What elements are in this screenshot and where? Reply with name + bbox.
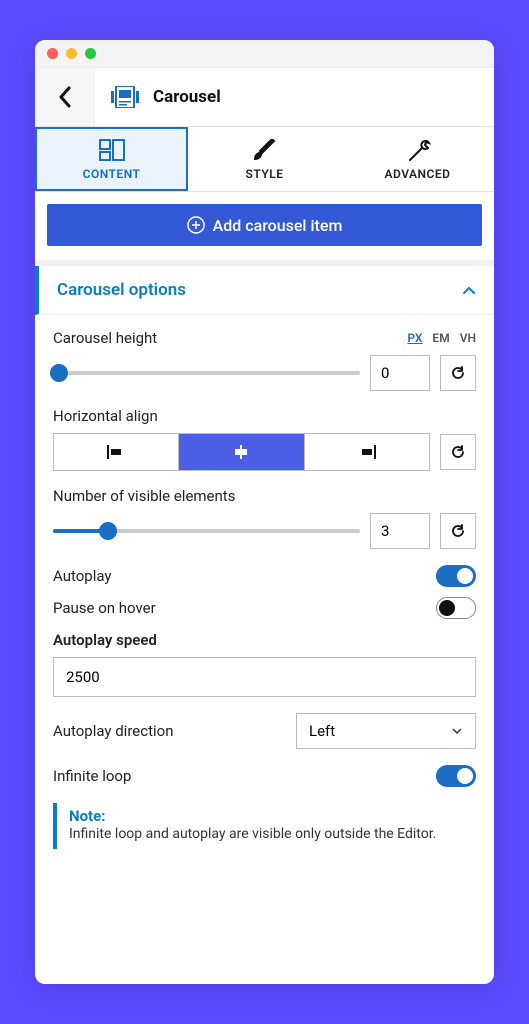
reset-icon [450,365,466,381]
add-item-bar: Add carousel item [35,192,494,266]
field-autoplay-speed: Autoplay speed [53,631,476,697]
back-button[interactable] [35,68,95,126]
halign-label: Horizontal align [53,407,476,425]
panel-header: Carousel [35,68,494,127]
note-box: Note: Infinite loop and autoplay are vis… [53,803,476,849]
add-carousel-item-button[interactable]: Add carousel item [47,204,482,246]
field-autoplay-direction: Autoplay direction Left [53,713,476,749]
brush-icon [252,139,278,161]
header-title-text: Carousel [153,87,221,107]
tab-content[interactable]: CONTENT [35,127,188,191]
align-right-icon [358,445,376,459]
field-infinite-loop: Infinite loop [53,765,476,787]
unit-selector: PX EM VH [407,331,476,345]
chevron-down-icon [451,727,463,735]
tab-style[interactable]: STYLE [188,127,341,191]
field-autoplay: Autoplay [53,565,476,587]
field-carousel-height: Carousel height PX EM VH [53,329,476,391]
wrench-icon [405,139,431,161]
unit-vh[interactable]: VH [460,331,476,345]
section-header-carousel-options[interactable]: Carousel options [35,266,494,315]
height-label: Carousel height [53,329,157,347]
align-right-button[interactable] [305,434,429,470]
field-pause-on-hover: Pause on hover [53,597,476,619]
height-slider[interactable] [53,363,360,383]
autoplay-toggle[interactable] [436,565,476,587]
pause-hover-label: Pause on hover [53,599,156,617]
visible-input[interactable] [370,513,430,549]
window-close-dot[interactable] [47,48,58,59]
field-horizontal-align: Horizontal align [53,407,476,471]
align-center-button[interactable] [179,434,304,470]
note-title: Note: [69,807,476,825]
tab-style-label: STYLE [246,167,284,181]
pause-hover-toggle[interactable] [436,597,476,619]
reset-icon [450,523,466,539]
autoplay-speed-input[interactable] [53,657,476,697]
section-title: Carousel options [57,280,186,300]
infinite-label: Infinite loop [53,767,131,785]
autoplay-label: Autoplay [53,567,112,585]
options-panel: Carousel height PX EM VH Horizo [35,315,494,869]
autoplay-speed-label: Autoplay speed [53,631,476,649]
window-zoom-dot[interactable] [85,48,96,59]
plus-circle-icon [187,216,205,234]
unit-px[interactable]: PX [407,331,422,345]
add-button-label: Add carousel item [213,216,343,235]
tab-advanced-label: ADVANCED [385,167,451,181]
window-minimize-dot[interactable] [66,48,77,59]
note-text: Infinite loop and autoplay are visible o… [69,825,476,845]
halign-reset-button[interactable] [440,434,476,470]
header-title-area: Carousel [95,68,237,126]
tabs: CONTENT STYLE ADVANCED [35,127,494,192]
align-button-group [53,433,430,471]
height-reset-button[interactable] [440,355,476,391]
layout-icon [99,139,125,161]
visible-label: Number of visible elements [53,487,476,505]
height-input[interactable] [370,355,430,391]
chevron-up-icon [462,285,476,295]
visible-slider[interactable] [53,521,360,541]
window-titlebar [35,40,494,68]
infinite-toggle[interactable] [436,765,476,787]
align-center-icon [232,445,250,459]
chevron-left-icon [58,86,72,108]
align-left-button[interactable] [54,434,179,470]
autoplay-direction-value: Left [309,722,335,740]
field-visible-elements: Number of visible elements [53,487,476,549]
carousel-block-icon [111,86,139,108]
tab-content-label: CONTENT [83,167,141,181]
reset-icon [450,444,466,460]
align-left-icon [107,445,125,459]
visible-reset-button[interactable] [440,513,476,549]
autoplay-direction-select[interactable]: Left [296,713,476,749]
settings-panel-window: Carousel CONTENT STYLE ADVANCED [35,40,494,984]
unit-em[interactable]: EM [432,331,449,345]
autoplay-direction-label: Autoplay direction [53,722,173,740]
tab-advanced[interactable]: ADVANCED [341,127,494,191]
